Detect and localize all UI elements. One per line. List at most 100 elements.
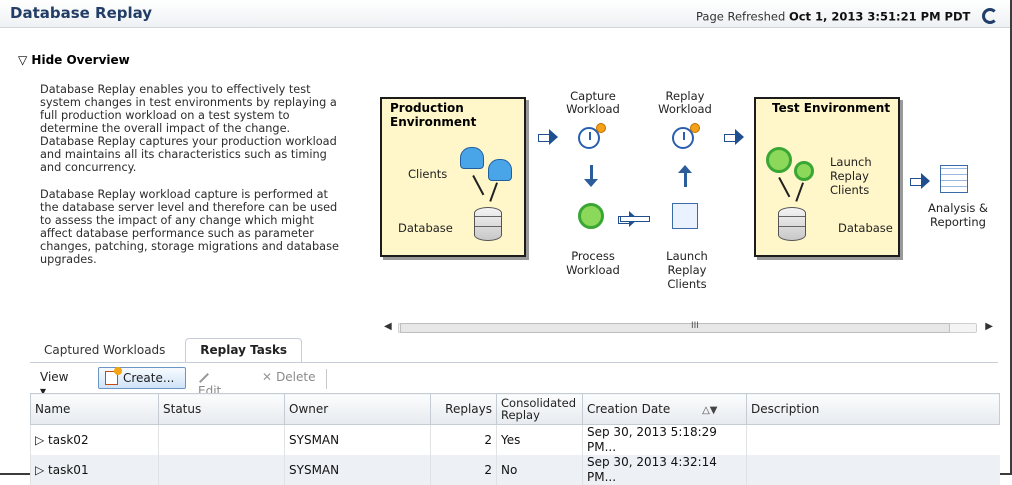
test-launch-label-1: Launch xyxy=(830,155,872,169)
replay-label-1: Replay xyxy=(665,89,705,103)
overview-text: Database Replay enables you to effective… xyxy=(40,83,340,280)
delete-x-icon: ✕ xyxy=(262,370,273,384)
column-header-name[interactable]: Name xyxy=(30,393,159,425)
task-description xyxy=(746,424,1000,455)
pencil-icon xyxy=(199,372,209,383)
column-header-replays[interactable]: Replays xyxy=(430,393,497,425)
creation-date-label: Creation Date xyxy=(587,402,671,416)
task-consolidated: No xyxy=(496,455,583,485)
arrow-right-icon xyxy=(724,129,744,145)
workflow-diagram: Production Environment Clients Database … xyxy=(380,85,995,320)
analysis-label-1: Analysis & xyxy=(928,201,989,215)
task-name-cell[interactable]: ▷ task01 xyxy=(30,455,159,485)
task-name-cell[interactable]: ▷ task02 xyxy=(30,424,159,455)
hide-overview-label: Hide Overview xyxy=(31,53,130,67)
tab-bar: Captured Workloads Replay Tasks xyxy=(30,338,304,364)
capture-label-1: Capture xyxy=(570,89,616,103)
replay-tasks-table: Name Status Owner Replays Consolidated R… xyxy=(30,393,1000,485)
capture-label-2: Workload xyxy=(566,102,620,116)
refresh-icon[interactable] xyxy=(982,8,998,24)
page-refresh-info: Page Refreshed Oct 1, 2013 3:51:21 PM PD… xyxy=(695,8,998,25)
gear-icon xyxy=(578,203,604,229)
test-environment-title: Test Environment xyxy=(772,101,891,115)
gear-icon xyxy=(794,161,814,181)
column-header-consolidated-replay[interactable]: Consolidated Replay xyxy=(496,393,583,425)
database-icon xyxy=(778,207,806,241)
refresh-label: Page Refreshed xyxy=(695,9,786,24)
scroll-left-icon[interactable]: ◀ xyxy=(384,321,392,332)
column-header-status[interactable]: Status xyxy=(158,393,285,425)
arrow-up-head-icon xyxy=(678,165,692,173)
refresh-time: Oct 1, 2013 3:51:21 PM PDT xyxy=(788,9,971,24)
delete-button[interactable]: ✕ Delete xyxy=(262,370,316,384)
test-database-label: Database xyxy=(838,221,893,235)
task-replays: 2 xyxy=(430,424,497,455)
launch-label-3: Clients xyxy=(667,277,707,291)
analysis-label-2: Reporting xyxy=(930,215,986,229)
replay-label: Replay xyxy=(501,408,540,422)
overview-paragraph-2: Database Replay workload capture is perf… xyxy=(40,188,339,266)
table-row[interactable]: ▷ task01 SYSMAN 2 No Sep 30, 2013 4:32:1… xyxy=(30,455,1000,485)
task-owner: SYSMAN xyxy=(284,424,431,455)
column-header-owner[interactable]: Owner xyxy=(284,393,431,425)
production-title-1: Production xyxy=(390,101,464,115)
task-status xyxy=(158,424,285,455)
replay-label-2: Workload xyxy=(658,102,712,116)
clients-icon xyxy=(460,147,484,169)
arrow-right-icon xyxy=(538,129,558,145)
test-launch-label-2: Replay xyxy=(830,169,869,183)
tab-captured-workloads[interactable]: Captured Workloads xyxy=(30,339,179,363)
star-icon xyxy=(596,123,606,133)
task-owner: SYSMAN xyxy=(284,455,431,485)
table-header-row: Name Status Owner Replays Consolidated R… xyxy=(30,393,1000,425)
table-row[interactable]: ▷ task02 SYSMAN 2 Yes Sep 30, 2013 5:18:… xyxy=(30,424,1000,455)
arrow-shaft xyxy=(620,216,650,222)
task-replays: 2 xyxy=(430,455,497,485)
create-label: Create... xyxy=(123,371,175,385)
task-creation-date: Sep 30, 2013 4:32:14 PM... xyxy=(582,455,747,485)
task-creation-date: Sep 30, 2013 5:18:29 PM... xyxy=(582,424,747,455)
page-frame: Database Replay Page Refreshed Oct 1, 20… xyxy=(0,0,1012,485)
production-title-2: Environment xyxy=(390,115,477,129)
overview-paragraph-1: Database Replay enables you to effective… xyxy=(40,83,337,174)
view-label: View xyxy=(40,370,69,384)
gear-icon xyxy=(766,147,792,173)
hide-overview-toggle[interactable]: ▽ Hide Overview xyxy=(18,53,130,67)
task-consolidated: Yes xyxy=(496,424,583,455)
column-header-description[interactable]: Description xyxy=(746,393,1000,425)
arrow-right-icon xyxy=(910,173,930,189)
page-title: Database Replay xyxy=(10,4,153,22)
clients-label: Clients xyxy=(408,167,448,181)
delete-label: Delete xyxy=(276,370,316,384)
triangle-down-icon: ▽ xyxy=(18,53,28,67)
arrow-up-icon xyxy=(684,173,687,187)
expand-triangle-icon[interactable]: ▷ xyxy=(35,433,48,447)
process-label-1: Process xyxy=(571,249,615,263)
task-description xyxy=(746,455,1000,485)
expand-triangle-icon[interactable]: ▷ xyxy=(35,463,48,477)
task-name: task02 xyxy=(48,432,89,447)
database-label: Database xyxy=(398,221,453,235)
scroll-grip: III xyxy=(691,321,699,331)
window-icon xyxy=(672,203,698,229)
create-button[interactable]: Create... xyxy=(98,367,186,389)
sort-icon[interactable]: △▼ xyxy=(702,405,717,416)
report-icon xyxy=(940,165,968,193)
tab-replay-tasks[interactable]: Replay Tasks xyxy=(185,338,303,362)
column-header-creation-date[interactable]: Creation Date △▼ xyxy=(582,393,747,425)
launch-label-1: Launch xyxy=(666,249,708,263)
horizontal-scrollbar[interactable]: ◀ III ▶ xyxy=(380,321,995,335)
star-icon xyxy=(690,123,700,133)
task-name: task01 xyxy=(48,462,89,477)
process-label-2: Workload xyxy=(566,263,620,277)
toolbar-separator xyxy=(326,369,327,389)
task-status xyxy=(158,455,285,485)
scroll-thumb[interactable]: III xyxy=(400,321,950,333)
tab-divider xyxy=(30,362,998,363)
database-icon xyxy=(474,207,502,241)
launch-label-2: Replay xyxy=(667,263,707,277)
clients-icon xyxy=(488,159,512,181)
scroll-right-icon[interactable]: ▶ xyxy=(985,321,993,332)
test-launch-label-3: Clients xyxy=(830,183,870,197)
arrow-down-head-icon xyxy=(584,179,598,187)
